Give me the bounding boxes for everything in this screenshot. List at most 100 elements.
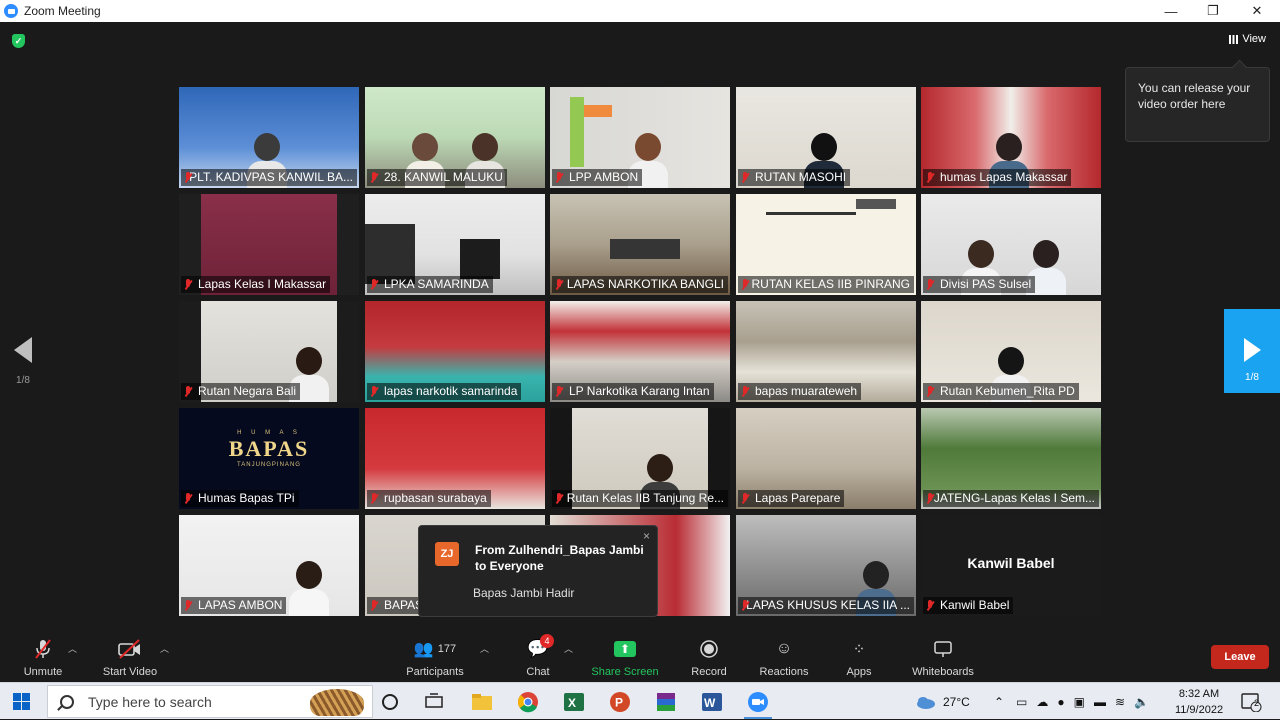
record-button[interactable]: Record: [688, 636, 730, 678]
participants-caret[interactable]: ︿: [480, 642, 489, 655]
chat-caret[interactable]: ︿: [564, 642, 573, 655]
video-tile[interactable]: JATENG-Lapas Kelas I Sem...: [921, 408, 1101, 509]
sender-avatar: ZJ: [435, 542, 459, 566]
video-tile[interactable]: Divisi PAS Sulsel: [921, 194, 1101, 295]
taskbar-search-box[interactable]: Type here to search: [47, 685, 373, 718]
display-icon[interactable]: ▣: [1074, 695, 1085, 709]
participant-name: LAPAS AMBON: [181, 597, 287, 614]
close-notification-button[interactable]: ×: [643, 529, 650, 543]
start-video-button[interactable]: Start Video: [100, 636, 160, 678]
video-tile[interactable]: RUTAN MASOHI: [736, 87, 916, 188]
next-page-button[interactable]: 1/8: [1224, 309, 1280, 393]
video-tile[interactable]: 28. KANWIL MALUKU: [365, 87, 545, 188]
onedrive-icon[interactable]: ☁: [1036, 695, 1048, 709]
windows-start-icon[interactable]: [13, 693, 30, 710]
video-tile[interactable]: bapas muarateweh: [736, 301, 916, 402]
excel-icon[interactable]: X: [562, 690, 586, 714]
muted-mic-icon: [183, 278, 193, 291]
video-tile[interactable]: LAPAS NARKOTIKA BANGLI: [550, 194, 730, 295]
video-tile[interactable]: Rutan Kelas IIB Tanjung Re...: [550, 408, 730, 509]
unmute-button[interactable]: Unmute: [20, 636, 66, 678]
participant-name: rupbasan surabaya: [367, 490, 491, 507]
chat-button[interactable]: 💬 4 Chat: [522, 634, 554, 678]
muted-mic-icon: [369, 385, 379, 398]
muted-mic-icon: [925, 278, 935, 291]
muted-mic-icon: [740, 171, 750, 184]
camera-off-icon: [100, 636, 160, 662]
muted-mic-icon: [740, 599, 748, 612]
cloud-icon: [917, 696, 935, 709]
participant-name: Rutan Kelas IIB Tanjung Re...: [552, 490, 728, 507]
powerpoint-icon[interactable]: P: [608, 690, 632, 714]
video-tile[interactable]: LPKA SAMARINDA: [365, 194, 545, 295]
weather-widget[interactable]: 27°C: [915, 683, 970, 720]
winrar-icon[interactable]: [654, 690, 678, 714]
leave-button[interactable]: Leave: [1211, 645, 1269, 669]
chat-message: Bapas Jambi Hadir: [473, 586, 575, 600]
cortana-icon[interactable]: [378, 690, 402, 714]
svg-text:W: W: [704, 696, 716, 710]
search-icon: [60, 694, 74, 709]
video-tile[interactable]: Rutan Kebumen_Rita PD: [921, 301, 1101, 402]
video-options-caret[interactable]: ︿: [160, 642, 169, 655]
word-icon[interactable]: W: [700, 690, 724, 714]
video-tile[interactable]: LAPAS AMBON: [179, 515, 359, 616]
chevron-right-icon: [1243, 338, 1261, 362]
page-indicator-left: 1/8: [16, 375, 30, 386]
chrome-icon[interactable]: [516, 690, 540, 714]
clock-time: 8:32 AM: [1178, 688, 1220, 700]
apps-button[interactable]: ⁘ Apps: [843, 636, 875, 678]
file-explorer-icon[interactable]: [470, 690, 494, 714]
notifications-button[interactable]: 2: [1240, 683, 1262, 720]
view-button[interactable]: View: [1229, 33, 1266, 45]
muted-mic-icon: [925, 492, 932, 505]
task-view-icon[interactable]: [422, 690, 446, 714]
zoom-taskbar-icon[interactable]: [746, 690, 770, 714]
muted-mic-icon: [925, 171, 935, 184]
muted-mic-icon: [554, 171, 564, 184]
security-shield-icon[interactable]: ✓: [12, 34, 25, 48]
battery-icon[interactable]: ▬: [1094, 695, 1106, 709]
taskbar-clock[interactable]: 8:32 AM 11/9/2022: [1172, 686, 1226, 718]
restore-button[interactable]: ❐: [1190, 0, 1236, 22]
participant-name: LAPAS KHUSUS KELAS IIA ...: [738, 597, 914, 614]
chat-from: From Zulhendri_Bapas Jambi to Everyone: [475, 543, 644, 573]
reactions-button[interactable]: ☺ Reactions: [757, 636, 811, 678]
muted-mic-icon: [925, 599, 935, 612]
video-tile[interactable]: humas Lapas Makassar: [921, 87, 1101, 188]
video-tile[interactable]: Lapas Kelas I Makassar: [179, 194, 359, 295]
participant-name: PLT. KADIVPAS KANWIL BA...: [181, 169, 357, 186]
muted-mic-icon: [740, 385, 750, 398]
video-tile[interactable]: LAPAS KHUSUS KELAS IIA ...: [736, 515, 916, 616]
audio-options-caret[interactable]: ︿: [68, 642, 77, 655]
video-tile[interactable]: Kanwil Babel Kanwil Babel: [921, 515, 1101, 616]
microphone-icon[interactable]: ●: [1057, 695, 1064, 709]
volume-icon[interactable]: 🔈: [1134, 695, 1149, 709]
video-tile[interactable]: rupbasan surabaya: [365, 408, 545, 509]
participants-button[interactable]: 👥 177 Participants: [403, 636, 467, 678]
video-tile[interactable]: H U M A S BAPAS TANJUNGPINANG Humas Bapa…: [179, 408, 359, 509]
chat-notification[interactable]: ZJ From Zulhendri_Bapas Jambi to Everyon…: [418, 525, 658, 617]
wifi-icon[interactable]: ≋: [1115, 695, 1125, 709]
video-tile[interactable]: Rutan Negara Bali: [179, 301, 359, 402]
meeting-toolbar: Unmute ︿ Start Video ︿ 👥 177 Participants…: [0, 632, 1280, 682]
meet-now-icon[interactable]: ▭: [1016, 695, 1027, 709]
video-tile[interactable]: PLT. KADIVPAS KANWIL BA...: [179, 87, 359, 188]
video-tile[interactable]: lapas narkotik samarinda: [365, 301, 545, 402]
video-tile[interactable]: LPP AMBON: [550, 87, 730, 188]
muted-mic-icon: [925, 385, 935, 398]
previous-page-button[interactable]: 1/8: [14, 337, 32, 386]
muted-mic-icon: [554, 492, 562, 505]
clock-date: 11/9/2022: [1174, 704, 1224, 716]
close-window-button[interactable]: ✕: [1234, 0, 1280, 22]
minimize-button[interactable]: —: [1148, 0, 1194, 22]
whiteboards-button[interactable]: Whiteboards: [908, 636, 978, 678]
muted-mic-icon: [183, 492, 193, 505]
video-tile[interactable]: Lapas Parepare: [736, 408, 916, 509]
video-tile[interactable]: RUTAN KELAS IIB PINRANG: [736, 194, 916, 295]
muted-mic-icon: [183, 385, 193, 398]
video-tile[interactable]: LP Narkotika Karang Intan: [550, 301, 730, 402]
windows-taskbar: Type here to search X P W 27°C ⌃ ▭ ☁ ● ▣…: [0, 682, 1280, 719]
share-screen-button[interactable]: ⬆ Share Screen: [590, 636, 660, 678]
show-hidden-icons[interactable]: ⌃: [994, 683, 1004, 720]
